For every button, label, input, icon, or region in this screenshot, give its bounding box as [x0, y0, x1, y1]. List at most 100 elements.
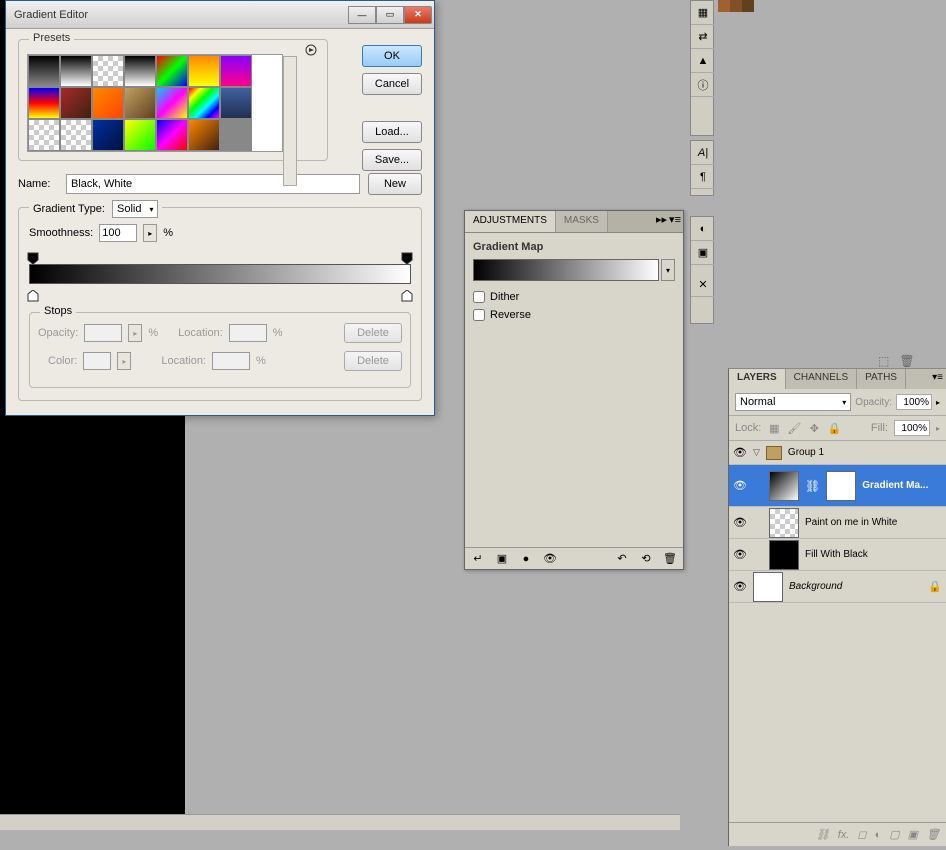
preset-swatch-16[interactable] — [92, 119, 124, 151]
presets-scrollbar[interactable] — [283, 56, 297, 186]
panel-collapse-icon[interactable]: ▸▸ — [656, 213, 667, 226]
mask-icon[interactable]: ◻ — [857, 828, 866, 841]
swatches-icon[interactable]: ▦ — [691, 1, 715, 25]
preset-swatch-9[interactable] — [92, 87, 124, 119]
save-button[interactable]: Save... — [362, 149, 422, 171]
preset-swatch-17[interactable] — [124, 119, 156, 151]
preset-swatch-6[interactable] — [220, 55, 252, 87]
layers-panel-menu-icon[interactable]: ▾≡ — [932, 372, 943, 383]
panel-menu-icon[interactable]: ▾≡ — [669, 213, 681, 226]
preset-swatch-13[interactable] — [220, 87, 252, 119]
preset-swatch-3[interactable] — [124, 55, 156, 87]
gradient-dropdown-icon[interactable]: ▾ — [661, 259, 675, 281]
trash-icon[interactable]: 🗑 — [663, 552, 677, 566]
preset-swatch-0[interactable] — [28, 55, 60, 87]
preset-swatch-4[interactable] — [156, 55, 188, 87]
new-layer-icon[interactable]: ▣ — [908, 828, 918, 841]
opacity-stop-right[interactable] — [401, 252, 413, 264]
preset-swatch-19[interactable] — [188, 119, 220, 151]
paragraph-icon[interactable]: ¶ — [691, 165, 715, 189]
layer-name[interactable]: Fill With Black — [805, 549, 942, 560]
layer-opacity-input[interactable] — [896, 394, 932, 410]
preset-swatch-11[interactable] — [156, 87, 188, 119]
swatch-3[interactable] — [742, 0, 754, 12]
smoothness-popup-icon[interactable]: ▸ — [143, 224, 157, 242]
swatch-2[interactable] — [730, 0, 742, 12]
tab-masks[interactable]: MASKS — [556, 211, 608, 232]
character-icon[interactable]: A| — [691, 141, 715, 165]
layer-paint-white[interactable]: 👁 Paint on me in White — [729, 507, 946, 539]
visibility-toggle-icon[interactable]: 👁 — [733, 516, 747, 530]
layer-mask-thumb[interactable] — [826, 471, 856, 501]
lock-move-icon[interactable]: ✥ — [807, 421, 821, 435]
blend-mode-select[interactable]: Normal — [735, 393, 851, 411]
layer-background[interactable]: 👁 Background 🔒 — [729, 571, 946, 603]
close-button[interactable]: ✕ — [404, 6, 432, 24]
visibility-toggle-icon[interactable]: 👁 — [733, 479, 747, 493]
preset-swatch-10[interactable] — [124, 87, 156, 119]
ok-button[interactable]: OK — [362, 45, 422, 67]
group-icon[interactable]: ▢ — [889, 828, 899, 841]
preset-swatch-7[interactable] — [28, 87, 60, 119]
visibility-toggle-icon[interactable]: 👁 — [733, 548, 747, 562]
preset-swatch-18[interactable] — [156, 119, 188, 151]
prev-state-icon[interactable]: ↶ — [615, 552, 629, 566]
lock-brush-icon[interactable]: 🖌 — [787, 421, 801, 435]
return-icon[interactable]: ↵ — [471, 552, 485, 566]
adjustment-thumb[interactable] — [769, 471, 799, 501]
maximize-button[interactable]: ▭ — [376, 6, 404, 24]
visibility-toggle-icon[interactable]: 👁 — [733, 580, 747, 594]
name-input[interactable] — [66, 174, 360, 194]
histogram-icon[interactable]: ▲ — [691, 49, 715, 73]
opacity-popup-icon[interactable]: ▸ — [936, 398, 940, 407]
group-twisty-icon[interactable]: ▽ — [753, 447, 760, 458]
preset-swatch-14[interactable] — [28, 119, 60, 151]
clip-icon[interactable]: ▣ — [495, 552, 509, 566]
preset-swatch-15[interactable] — [60, 119, 92, 151]
layer-thumb[interactable] — [769, 508, 799, 538]
layer-thumb[interactable] — [769, 540, 799, 570]
tab-channels[interactable]: CHANNELS — [786, 369, 857, 389]
view-icon[interactable]: ● — [519, 552, 533, 566]
tab-layers[interactable]: LAYERS — [729, 369, 786, 389]
tab-adjustments[interactable]: ADJUSTMENTS — [465, 211, 556, 232]
link-layers-icon[interactable]: ⛓ — [816, 828, 830, 841]
minimize-button[interactable]: — — [348, 6, 376, 24]
load-button[interactable]: Load... — [362, 121, 422, 143]
adjustments-shortcut-icon[interactable]: ◐ — [691, 217, 715, 241]
adjust-sliders-icon[interactable]: ⇄ — [691, 25, 715, 49]
reverse-checkbox[interactable] — [473, 309, 485, 321]
trash-small-icon[interactable]: 🗑 — [899, 354, 914, 368]
visibility-toggle-icon[interactable]: 👁 — [733, 446, 747, 460]
preset-swatch-1[interactable] — [60, 55, 92, 87]
dialog-titlebar[interactable]: Gradient Editor — ▭ ✕ — [6, 1, 434, 29]
presets-flyout-icon[interactable] — [305, 44, 317, 59]
lock-all-icon[interactable]: 🔒 — [827, 421, 841, 435]
reset-icon[interactable]: ⟲ — [639, 552, 653, 566]
dither-checkbox[interactable] — [473, 291, 485, 303]
cancel-button[interactable]: Cancel — [362, 73, 422, 95]
preset-swatch-20[interactable] — [220, 119, 252, 151]
eye-icon[interactable]: 👁 — [543, 552, 557, 566]
color-stop-right[interactable] — [401, 290, 413, 302]
horizontal-scrollbar[interactable] — [0, 814, 680, 830]
layer-name[interactable]: Gradient Ma... — [862, 480, 942, 491]
layer-name[interactable]: Group 1 — [788, 447, 942, 458]
gradient-map-preview[interactable] — [473, 259, 659, 281]
gradient-bar[interactable] — [29, 264, 411, 284]
layer-name[interactable]: Paint on me in White — [805, 517, 942, 528]
preset-swatch-2[interactable] — [92, 55, 124, 87]
tools-icon[interactable]: ✕ — [691, 273, 715, 297]
fill-popup-icon[interactable]: ▸ — [936, 424, 940, 433]
preset-swatch-8[interactable] — [60, 87, 92, 119]
gradient-type-select[interactable]: Solid — [112, 200, 158, 218]
layer-gradient-map[interactable]: 👁 ⛓ Gradient Ma... — [729, 465, 946, 507]
layer-thumb[interactable] — [753, 572, 783, 602]
preset-swatch-12[interactable] — [188, 87, 220, 119]
layer-group-1[interactable]: 👁 ▽ Group 1 — [729, 441, 946, 465]
link-icon[interactable]: ⛓ — [805, 479, 820, 493]
info-icon[interactable]: ⓘ — [691, 73, 715, 97]
layer-name[interactable]: Background — [789, 581, 922, 592]
lock-transparent-icon[interactable]: ▦ — [767, 421, 781, 435]
layer-fill-black[interactable]: 👁 Fill With Black — [729, 539, 946, 571]
